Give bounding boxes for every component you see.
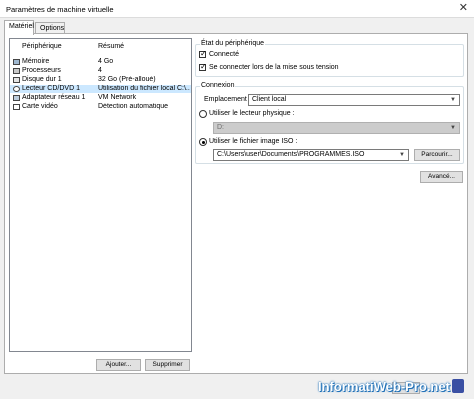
iso-path-value: C:\Users\user\Documents\PROGRAMMES.ISO xyxy=(217,151,365,158)
device-name: Processeurs xyxy=(22,67,61,74)
title-bar: Paramètres de machine virtuelle ✕ xyxy=(0,0,474,18)
device-row-hard-disk[interactable]: Disque dur 1 32 Go (Pré-alloué) xyxy=(10,76,191,84)
watermark: InformatiWeb-Pro.net xyxy=(318,379,450,394)
physical-drive-value: D: xyxy=(217,124,224,131)
chevron-down-icon: ▼ xyxy=(450,97,456,103)
device-name: Mémoire xyxy=(22,58,50,65)
hardware-panel: Périphérique Résumé Mémoire 4 Go Process… xyxy=(4,33,468,374)
connected-checkbox[interactable]: ✓ xyxy=(199,49,207,58)
iso-file-label: Utiliser le fichier image ISO : xyxy=(209,138,298,145)
video-card-icon xyxy=(13,104,20,110)
location-select[interactable]: Client local ▼ xyxy=(248,94,460,106)
device-summary: Utilisation du fichier local C:\... xyxy=(98,85,190,92)
device-name: Adaptateur réseau 1 xyxy=(22,94,86,101)
device-summary: VM Network xyxy=(98,94,137,101)
device-row-memory[interactable]: Mémoire 4 Go xyxy=(10,58,191,66)
device-name: Carte vidéo xyxy=(22,103,58,110)
browse-button[interactable]: Parcourir... xyxy=(414,149,460,161)
device-row-processors[interactable]: Processeurs 4 xyxy=(10,67,191,75)
device-row-video-card[interactable]: Carte vidéo Détection automatique xyxy=(10,103,191,111)
physical-drive-radio[interactable] xyxy=(199,110,207,118)
device-summary: 4 Go xyxy=(98,58,114,65)
device-summary: 32 Go (Pré-alloué) xyxy=(98,76,156,83)
device-list[interactable]: Périphérique Résumé Mémoire 4 Go Process… xyxy=(9,38,192,352)
iso-file-radio[interactable] xyxy=(199,138,207,146)
device-status-legend: État du périphérique xyxy=(200,40,266,48)
device-row-network-adapter[interactable]: Adaptateur réseau 1 VM Network xyxy=(10,94,191,102)
network-adapter-icon xyxy=(13,95,20,101)
device-list-header: Périphérique Résumé xyxy=(10,43,191,53)
device-row-cd-dvd[interactable]: Lecteur CD/DVD 1 Utilisation du fichier … xyxy=(10,85,191,93)
memory-icon xyxy=(13,59,20,65)
add-device-button[interactable]: Ajouter... xyxy=(96,359,141,371)
connect-at-power-on-checkbox[interactable]: ✓ xyxy=(199,62,207,71)
column-header-summary[interactable]: Résumé xyxy=(98,43,124,50)
close-icon[interactable]: ✕ xyxy=(459,2,468,14)
check-icon: ✓ xyxy=(200,62,207,71)
connection-group: Connexion Emplacement : Client local ▼ U… xyxy=(195,82,464,164)
column-header-device[interactable]: Périphérique xyxy=(22,43,62,50)
location-value: Client local xyxy=(252,96,287,103)
device-name: Disque dur 1 xyxy=(22,76,62,83)
physical-drive-label: Utiliser le lecteur physique : xyxy=(209,110,295,117)
window-title: Paramètres de machine virtuelle xyxy=(6,5,114,14)
device-name: Lecteur CD/DVD 1 xyxy=(22,85,80,92)
connection-legend: Connexion xyxy=(200,82,236,90)
hard-disk-icon xyxy=(13,77,20,83)
device-status-group: État du périphérique ✓ Connecté ✓ Se con… xyxy=(195,40,464,77)
iso-path-input[interactable]: C:\Users\user\Documents\PROGRAMMES.ISO ▼ xyxy=(213,149,409,161)
advanced-button[interactable]: Avancé... xyxy=(420,171,463,183)
remove-device-button[interactable]: Supprimer xyxy=(145,359,190,371)
connect-at-power-on-label: Se connecter lors de la mise sous tensio… xyxy=(209,64,339,71)
radio-selected-dot xyxy=(201,140,205,144)
connected-label: Connecté xyxy=(209,51,239,58)
cd-dvd-icon xyxy=(13,86,20,92)
location-label: Emplacement : xyxy=(204,96,251,103)
cpu-icon xyxy=(13,68,20,74)
chevron-down-icon: ▼ xyxy=(450,125,456,131)
physical-drive-select[interactable]: D: ▼ xyxy=(213,122,460,134)
device-summary: 4 xyxy=(98,67,102,74)
device-summary: Détection automatique xyxy=(98,103,169,110)
tab-hardware[interactable]: Matériel xyxy=(4,20,34,35)
chevron-down-icon: ▼ xyxy=(399,152,405,158)
check-icon: ✓ xyxy=(200,49,207,58)
watermark-logo-icon xyxy=(452,379,464,393)
